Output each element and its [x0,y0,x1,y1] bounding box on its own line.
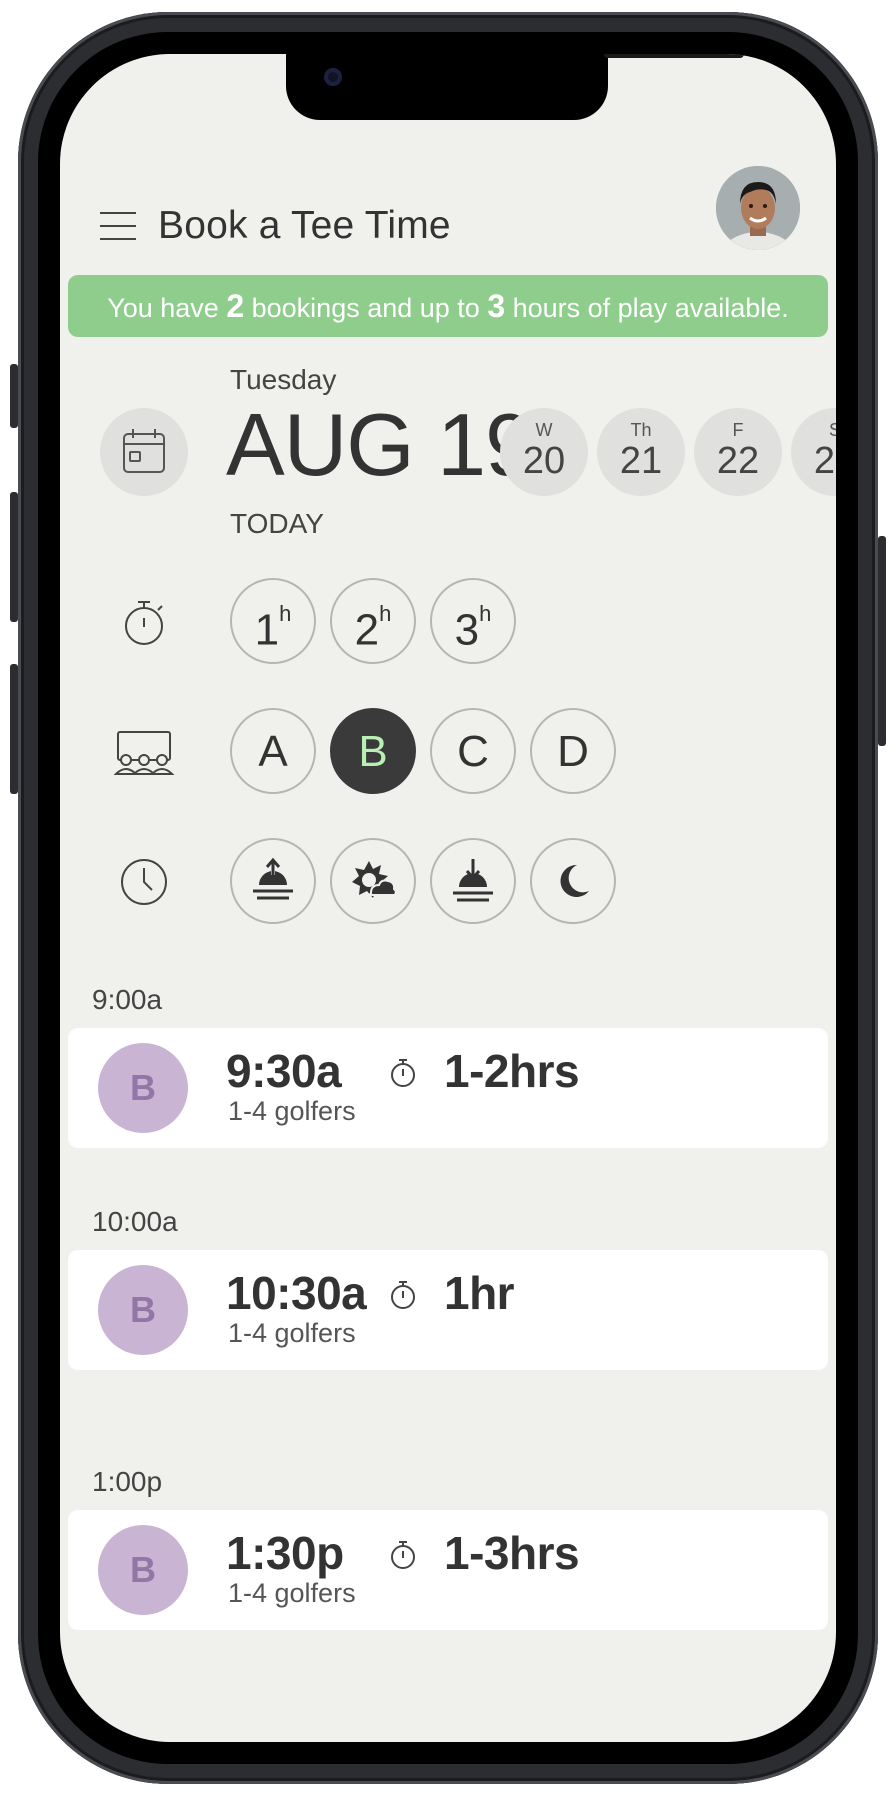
weekday-label: Tuesday [230,364,337,395]
day-chip-wed[interactable]: W 20 [500,408,588,496]
course-option-b[interactable]: B [330,708,416,794]
day-number: 23 [813,440,836,482]
clock-icon [100,838,188,926]
sunset-option[interactable] [430,838,516,924]
moon-icon [560,864,589,897]
app-screen: Book a Tee Time You have 2 bookings and … [60,54,836,1742]
banner-text-suffix: hours of play available. [505,293,789,323]
front-camera [324,68,342,86]
banner-text-middle: bookings and up to [244,293,488,323]
day-letter: Th [630,420,652,440]
golfers-count: 1-4 golfers [228,1096,356,1126]
play-duration: 1hr [444,1267,515,1319]
availability-banner: You have 2 bookings and up to 3 hours of… [68,275,828,337]
stopwatch-icon [100,578,188,666]
duration-unit: h [379,601,392,626]
course-option-d[interactable]: D [530,708,616,794]
play-duration: 1-3hrs [444,1527,580,1579]
day-letter: F [732,420,744,440]
mute-switch [10,364,18,428]
stopwatch-icon [391,1059,415,1087]
sunrise-option[interactable] [230,838,316,924]
golfers-count: 1-4 golfers [228,1578,356,1608]
slot-group-label: 9:00a [92,984,163,1015]
tee-time-card[interactable]: B 10:30a 1-4 golfers 1hr [68,1250,828,1370]
speaker [604,54,744,58]
midday-option[interactable] [330,838,416,924]
course-badge: B [98,1525,188,1615]
tee-time: 9:30a [226,1045,342,1097]
duration-number: 2 [354,605,380,655]
calendar-button[interactable] [100,408,188,496]
duration-number: 3 [454,605,480,655]
day-letter: W [535,420,553,440]
sun-cloud-icon [352,861,397,898]
slot-group-label: 1:00p [92,1466,163,1497]
tee-time-card[interactable]: B 1:30p 1-4 golfers 1-3hrs [68,1510,828,1630]
bookings-count: 2 [226,288,245,324]
selected-date: AUG 19 [226,395,534,494]
night-option[interactable] [530,838,616,924]
calendar-icon [123,429,165,473]
day-number: 21 [619,440,663,482]
day-number: 20 [522,440,566,482]
page-title: Book a Tee Time [158,204,451,247]
tee-time-card[interactable]: B 9:30a 1-4 golfers 1-2hrs [68,1028,828,1148]
group-icon [100,708,188,796]
day-letter: S [828,420,836,440]
day-chip-sat[interactable]: S 23 [791,408,836,496]
stopwatch-icon [391,1541,415,1569]
slot-group-label: 10:00a [92,1206,178,1237]
volume-down-button [10,664,18,794]
sunrise-icon [253,857,293,900]
play-duration: 1-2hrs [444,1045,580,1097]
day-number: 22 [716,440,760,482]
power-button [878,536,886,746]
course-badge: B [98,1265,188,1355]
golfers-count: 1-4 golfers [228,1318,356,1348]
duration-unit: h [479,601,492,626]
course-badge: B [98,1043,188,1133]
duration-option-1h[interactable]: 1h [230,578,316,664]
tee-time: 10:30a [226,1267,367,1319]
hours-count: 3 [487,288,506,324]
today-label: TODAY [230,508,324,539]
duration-option-3h[interactable]: 3h [430,578,516,664]
day-chip-fri[interactable]: F 22 [694,408,782,496]
user-avatar[interactable] [716,166,800,250]
duration-option-2h[interactable]: 2h [330,578,416,664]
banner-text-prefix: You have [107,293,227,323]
duration-number: 1 [254,605,280,655]
course-option-a[interactable]: A [230,708,316,794]
sunset-icon [453,859,493,902]
notch [286,54,744,120]
hamburger-menu-icon[interactable] [100,212,136,240]
volume-up-button [10,492,18,622]
tee-time: 1:30p [226,1527,344,1579]
duration-unit: h [279,601,292,626]
stopwatch-icon [391,1281,415,1309]
day-chip-thu[interactable]: Th 21 [597,408,685,496]
course-option-c[interactable]: C [430,708,516,794]
